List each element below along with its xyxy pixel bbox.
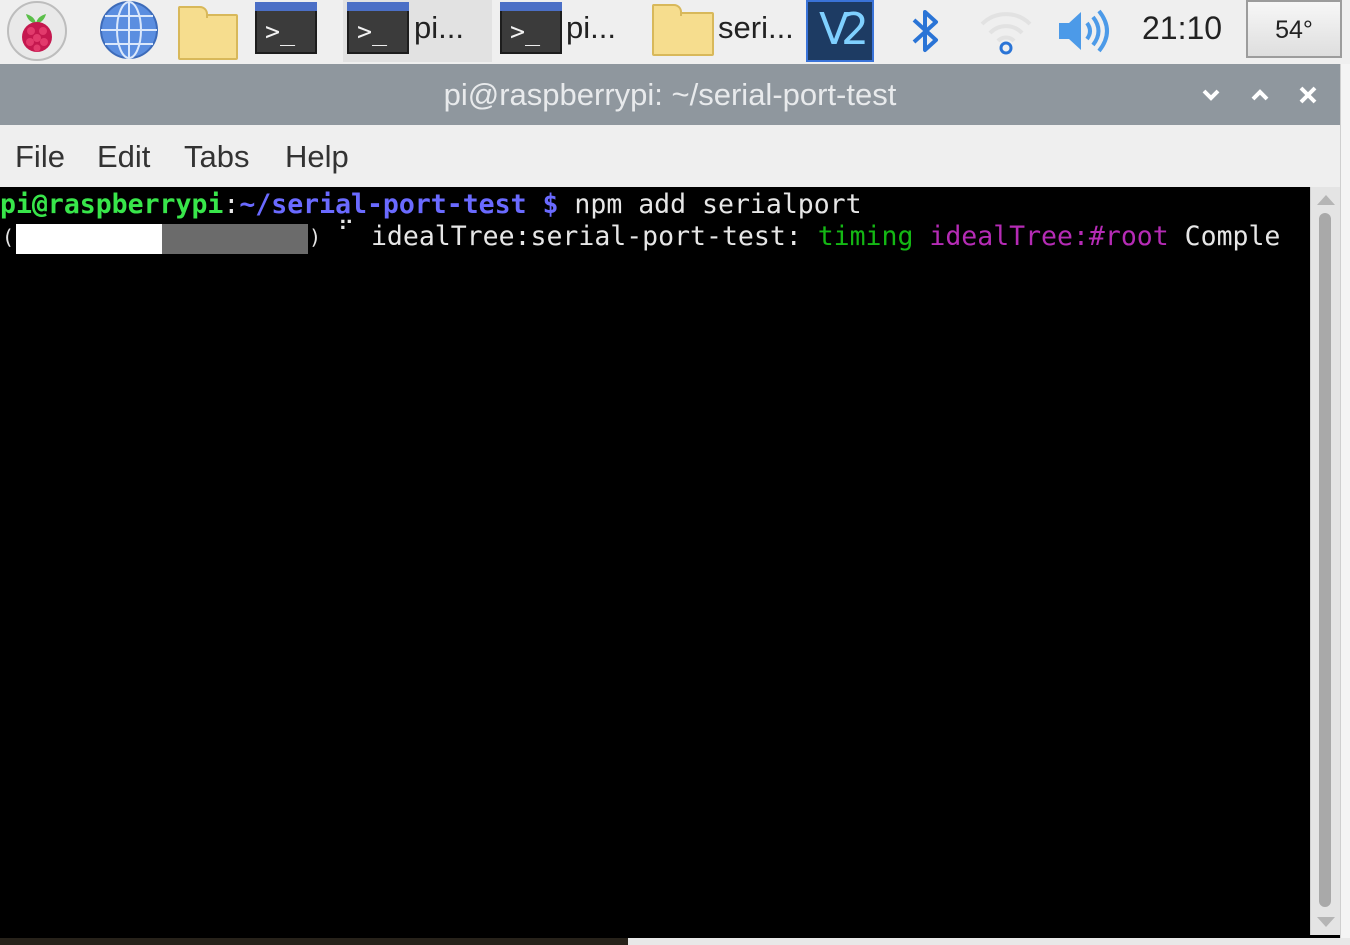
prompt-path: ~/serial-port-test (239, 189, 527, 220)
vnc-icon[interactable]: V2 (806, 0, 874, 62)
command-line: pi@raspberrypi:~/serial-port-test $ npm … (0, 189, 862, 221)
status-suffix: Comple (1168, 221, 1281, 252)
terminal-scrollbar[interactable] (1310, 187, 1340, 935)
status-timing: timing (817, 221, 914, 252)
background-window-edge (1340, 64, 1350, 945)
file-manager-button[interactable] (176, 0, 242, 62)
raspberry-pi-icon (7, 1, 67, 61)
window-title: pi@raspberrypi: ~/serial-port-test (443, 77, 897, 112)
spinner-icon: ⠋ (338, 218, 355, 243)
progress-line: ( ) ⠋ idealTree:serial-port-test: timing… (0, 218, 1310, 254)
progress-open-bracket: ( (2, 225, 15, 249)
bluetooth-icon[interactable] (906, 6, 946, 56)
window-label: pi... (414, 10, 464, 45)
window-label: seri... (718, 10, 794, 45)
terminal-icon: >_ (255, 2, 317, 54)
close-icon (1299, 86, 1317, 104)
scroll-down-arrow-icon[interactable] (1317, 917, 1335, 927)
minimize-button[interactable] (1198, 82, 1224, 108)
window-titlebar[interactable]: pi@raspberrypi: ~/serial-port-test (0, 64, 1340, 125)
folder-icon (178, 6, 238, 60)
terminal-window: pi@raspberrypi: ~/serial-port-test File … (0, 64, 1340, 940)
status-text: idealTree:serial-port-test: timing ideal… (355, 221, 1281, 252)
scrollbar-thumb[interactable] (1319, 213, 1331, 907)
chevron-up-icon (1251, 89, 1269, 101)
terminal-output[interactable]: pi@raspberrypi:~/serial-port-test $ npm … (0, 187, 1310, 935)
taskbar-window-terminal-2[interactable]: >_ pi... (496, 0, 644, 62)
command-text: npm add serialport (558, 189, 862, 220)
status-detail: idealTree:#root (913, 221, 1169, 252)
clock[interactable]: 21:10 (1142, 10, 1222, 47)
taskbar: >_ >_ pi... >_ pi... seri... V2 21:10 54… (0, 0, 1350, 64)
prompt-user-host: pi@raspberrypi (0, 189, 224, 220)
desktop-wallpaper-edge (0, 938, 628, 945)
scroll-up-arrow-icon[interactable] (1317, 195, 1335, 205)
terminal-launcher-button[interactable]: >_ (255, 0, 321, 62)
chevron-down-icon (1202, 89, 1220, 101)
globe-icon (100, 1, 158, 59)
terminal-icon: >_ (500, 2, 562, 54)
prompt-symbol: $ (526, 189, 559, 220)
menu-file[interactable]: File (15, 139, 65, 175)
progress-close-bracket: ) (309, 225, 322, 249)
maximize-button[interactable] (1247, 82, 1273, 108)
volume-icon[interactable] (1055, 8, 1111, 54)
taskbar-window-terminal-1[interactable]: >_ pi... (343, 0, 492, 62)
menu-tabs[interactable]: Tabs (184, 139, 249, 175)
raspberry-menu-button[interactable] (4, 0, 67, 62)
menu-edit[interactable]: Edit (97, 139, 150, 175)
terminal-icon: >_ (347, 2, 409, 54)
progress-bar-empty (162, 224, 308, 254)
prompt-separator: : (223, 189, 240, 220)
taskbar-window-file-manager[interactable]: seri... (648, 0, 798, 62)
menu-help[interactable]: Help (285, 139, 349, 175)
wifi-icon[interactable] (978, 4, 1034, 58)
progress-bar-filled (16, 224, 162, 254)
menu-bar: File Edit Tabs Help (0, 125, 1340, 187)
web-browser-button[interactable] (97, 0, 159, 62)
folder-icon (652, 4, 714, 56)
cpu-temperature-monitor[interactable]: 54° (1246, 0, 1342, 58)
window-label: pi... (566, 10, 616, 45)
close-button[interactable] (1295, 82, 1321, 108)
